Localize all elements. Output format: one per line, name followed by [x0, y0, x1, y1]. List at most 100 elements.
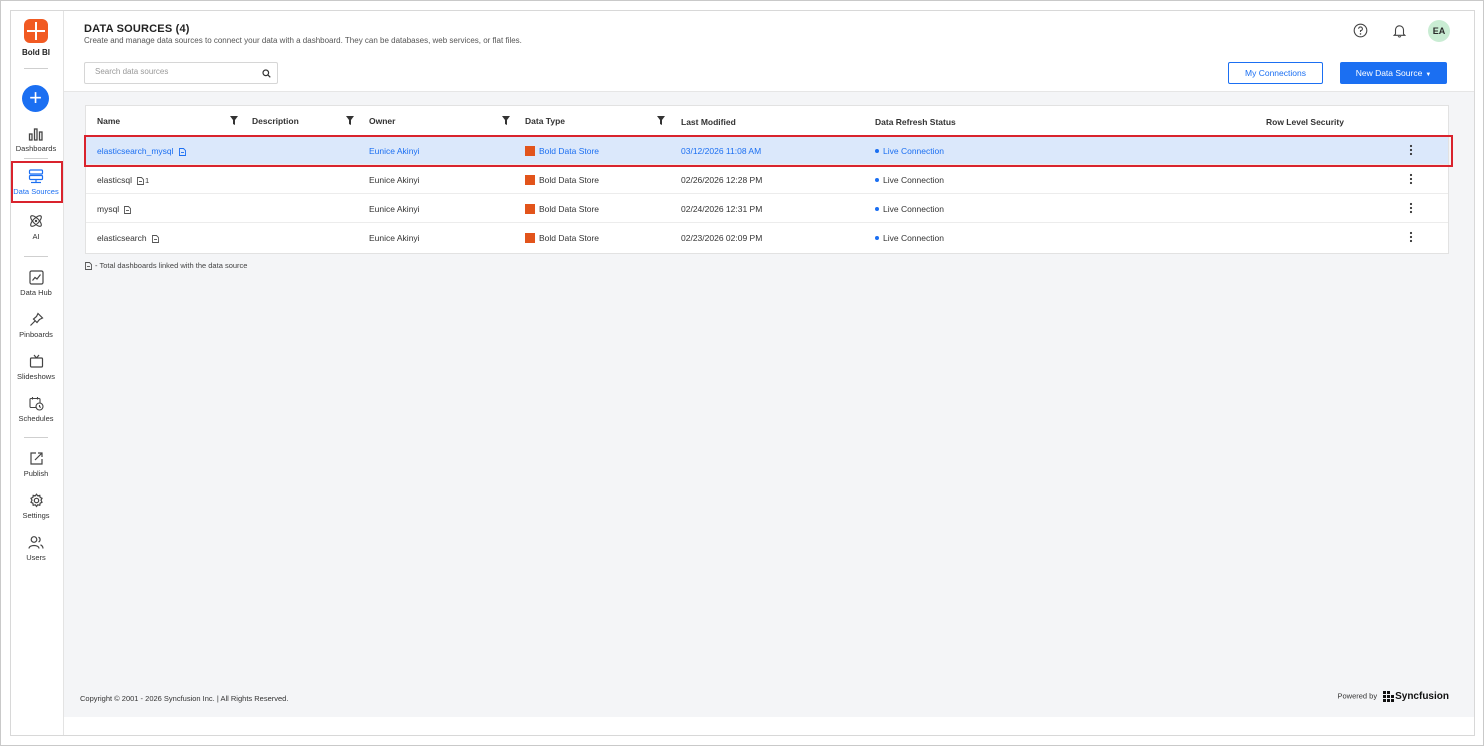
- column-header-name[interactable]: Name: [97, 116, 120, 126]
- data-type-cell: Bold Data Store: [525, 232, 600, 244]
- filter-icon[interactable]: [346, 116, 354, 125]
- data-type-label: Bold Data Store: [539, 233, 600, 243]
- data-sources-highlight-box: [11, 161, 63, 203]
- column-header-owner[interactable]: Owner: [369, 116, 395, 126]
- dashboard-count: 1: [144, 176, 150, 185]
- table-row[interactable]: elasticsql 1 Eunice Akinyi Bold Data Stor…: [86, 165, 1448, 194]
- row-name-cell[interactable]: elasticsql 1: [97, 175, 149, 185]
- data-type-label: Bold Data Store: [539, 175, 600, 185]
- atom-icon: [30, 215, 42, 227]
- sidebar-item-label: Data Hub: [20, 288, 52, 297]
- sidebar-item-label: Slideshows: [17, 372, 55, 381]
- new-data-source-button[interactable]: New Data Source ▼: [1340, 62, 1447, 84]
- users-icon: [28, 536, 44, 549]
- search-box[interactable]: [84, 62, 278, 84]
- data-type-cell: Bold Data Store: [525, 174, 600, 186]
- search-icon[interactable]: [262, 69, 271, 78]
- powered-by: Powered by Syncfusion: [1337, 691, 1449, 702]
- data-source-name[interactable]: elasticsql: [97, 175, 132, 185]
- sidebar-item-label: Schedules: [18, 414, 54, 423]
- sidebar-item-dashboards[interactable]: Dashboards: [11, 127, 61, 153]
- sidebar-item-label: Publish: [23, 469, 49, 478]
- refresh-status-cell: Live Connection: [875, 233, 944, 243]
- status-dot-icon: [875, 235, 879, 240]
- search-input[interactable]: [95, 67, 255, 76]
- sidebar: Bold BI + Dashboards Data Sources AI Dat…: [11, 11, 64, 735]
- sidebar-item-ai[interactable]: AI: [11, 213, 61, 241]
- bold-data-store-icon: [525, 203, 535, 214]
- column-header-data-type[interactable]: Data Type: [525, 116, 565, 126]
- bold-bi-logo-icon[interactable]: [24, 19, 48, 43]
- powered-by-label: Powered by: [1337, 691, 1378, 701]
- sidebar-item-settings[interactable]: Settings: [11, 493, 61, 520]
- bold-data-store-icon: [525, 232, 535, 243]
- app-name: Bold BI: [22, 48, 50, 57]
- dashboard-link-icon: [124, 205, 132, 214]
- refresh-status-cell: Live Connection: [875, 175, 944, 185]
- dashboard-link-icon: [137, 176, 144, 185]
- filter-icon[interactable]: [502, 116, 510, 125]
- syncfusion-brand: Syncfusion: [1395, 691, 1449, 702]
- help-icon[interactable]: [1353, 23, 1368, 38]
- bar-chart-icon: [28, 128, 43, 141]
- gear-icon: [29, 493, 43, 508]
- column-header-row-level-security[interactable]: Row Level Security: [1266, 117, 1344, 127]
- copyright-text: Copyright © 2001 - 2026 Syncfusion Inc. …: [80, 694, 289, 703]
- publish-icon: [29, 452, 43, 465]
- data-hub-icon: [28, 270, 44, 285]
- status-label: Live Connection: [883, 175, 944, 185]
- filter-icon[interactable]: [230, 116, 238, 125]
- legend-text: - Total dashboards linked with the data …: [95, 261, 248, 270]
- refresh-status-cell: Live Connection: [875, 204, 944, 214]
- table-row[interactable]: mysql Eunice Akinyi Bold Data Store 02/2…: [86, 194, 1448, 223]
- sidebar-item-label: AI: [32, 232, 40, 241]
- column-header-last-modified[interactable]: Last Modified: [681, 117, 736, 127]
- sidebar-item-pinboards[interactable]: Pinboards: [11, 312, 61, 339]
- table-row[interactable]: elasticsearch Eunice Akinyi Bold Data St…: [86, 223, 1448, 252]
- page-title: DATA SOURCES (4): [84, 23, 190, 35]
- status-label: Live Connection: [883, 233, 944, 243]
- more-options-icon[interactable]: [1406, 231, 1416, 243]
- status-label: Live Connection: [883, 204, 944, 214]
- dashboard-link-icon: [85, 262, 92, 270]
- user-avatar[interactable]: EA: [1428, 20, 1450, 42]
- sidebar-divider: [24, 158, 48, 159]
- calendar-clock-icon: [28, 397, 44, 411]
- data-source-name[interactable]: elasticsearch: [97, 233, 147, 243]
- sidebar-divider: [24, 437, 48, 438]
- syncfusion-logo-icon: [1383, 691, 1395, 702]
- data-sources-grid: Name Description Owner Data Type Last Mo…: [85, 105, 1449, 254]
- row-name-cell[interactable]: mysql: [97, 204, 132, 214]
- more-options-icon[interactable]: [1406, 173, 1416, 185]
- create-new-button[interactable]: +: [22, 85, 49, 112]
- slideshow-icon: [29, 354, 43, 368]
- data-type-label: Bold Data Store: [539, 204, 600, 214]
- sidebar-item-publish[interactable]: Publish: [11, 451, 61, 478]
- screenshot-frame: Bold BI + Dashboards Data Sources AI Dat…: [0, 0, 1484, 746]
- sidebar-item-schedules[interactable]: Schedules: [11, 396, 61, 423]
- row-name-cell[interactable]: elasticsearch: [97, 233, 159, 243]
- sidebar-item-data-hub[interactable]: Data Hub: [11, 270, 61, 297]
- sidebar-item-slideshows[interactable]: Slideshows: [11, 354, 61, 381]
- sidebar-divider: [24, 68, 48, 69]
- filter-icon[interactable]: [657, 116, 665, 125]
- selected-row-highlight-box: [84, 135, 1453, 167]
- owner-cell: Eunice Akinyi: [369, 175, 420, 185]
- owner-cell: Eunice Akinyi: [369, 233, 420, 243]
- main-content: DATA SOURCES (4) Create and manage data …: [64, 11, 1474, 735]
- status-dot-icon: [875, 206, 879, 211]
- sidebar-item-users[interactable]: Users: [11, 535, 61, 562]
- notification-bell-icon[interactable]: [1392, 23, 1407, 38]
- data-source-name[interactable]: mysql: [97, 204, 119, 214]
- app-window: Bold BI + Dashboards Data Sources AI Dat…: [10, 10, 1475, 736]
- more-options-icon[interactable]: [1406, 202, 1416, 214]
- status-dot-icon: [875, 177, 879, 182]
- last-modified-cell: 02/26/2026 12:28 PM: [681, 175, 763, 185]
- dashboard-link-icon: [151, 234, 159, 243]
- bold-data-store-icon: [525, 174, 535, 185]
- my-connections-button[interactable]: My Connections: [1228, 62, 1323, 84]
- column-header-refresh-status[interactable]: Data Refresh Status: [875, 117, 956, 127]
- column-header-description[interactable]: Description: [252, 116, 299, 126]
- last-modified-cell: 02/23/2026 02:09 PM: [681, 233, 763, 243]
- sidebar-item-label: Users: [26, 553, 46, 562]
